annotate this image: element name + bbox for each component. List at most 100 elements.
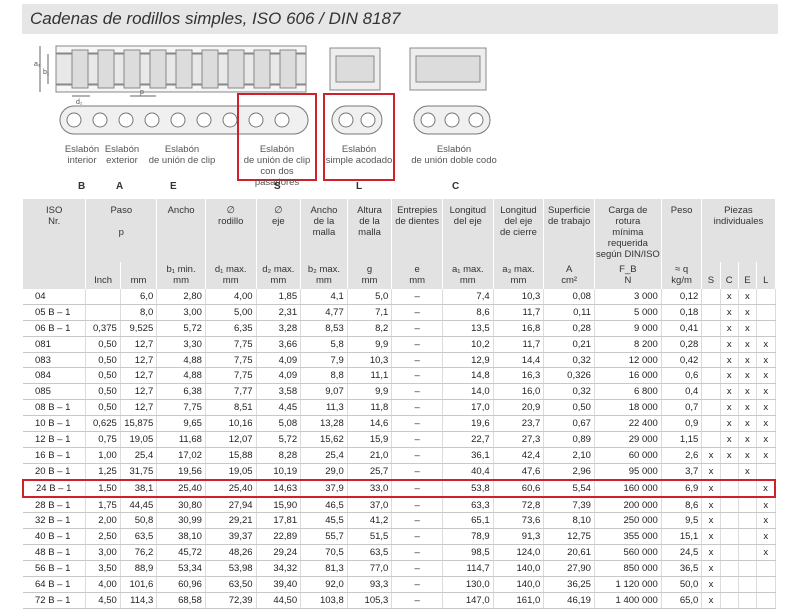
cell-inch: 3,50: [85, 560, 121, 578]
cell-d1: 7,75: [205, 352, 257, 369]
table-body: 04 6,0 2,80 4,00 1,85 4,1 5,0–7,4 10,3 0,08 3 000…: [22, 289, 777, 609]
cell-fb: 12 000: [594, 352, 662, 369]
cell-b2: 25,4: [300, 447, 348, 464]
cell-a1: 8,6: [442, 304, 494, 321]
cell-fb: 60 000: [594, 447, 662, 464]
cell-iso: 40 B – 1: [23, 528, 87, 546]
cell-fb: 160 000: [594, 478, 662, 498]
cell-inch: 1,00: [85, 447, 121, 464]
cell-fb: 8 200: [594, 336, 662, 353]
cell-a1: 36,1: [442, 447, 494, 464]
cell-d1: 6,35: [205, 320, 257, 337]
cell-b2: 13,28: [300, 415, 348, 433]
cell-q: 0,18: [661, 304, 703, 321]
cell-inch: 1,25: [85, 463, 121, 481]
cell-a: 12,75: [543, 528, 595, 546]
th-piezas: Piezas individuales: [701, 199, 776, 262]
cell-a1: 13,5: [442, 320, 494, 337]
cell-q: 65,0: [661, 592, 703, 609]
cell-d1: 15,88: [205, 447, 257, 464]
cell-fb: 16 000: [594, 367, 662, 385]
cell-a3: 47,6: [493, 463, 545, 481]
cell-iso: 72 B – 1: [23, 592, 87, 609]
cell-mm: 9,525: [120, 320, 158, 337]
cell-g: 9,9: [347, 383, 393, 401]
table-header: ISO Nr. Paso p Ancho ∅ rodillo ∅ eje Anc…: [23, 199, 776, 289]
table-row: 081 0,50 12,7 3,30 7,75 3,66 5,8 9,9–10,2 11,7 0,…: [23, 336, 776, 353]
cell-g: 77,0: [347, 560, 393, 578]
cell-inch: 4,00: [85, 576, 121, 593]
cell-s: [701, 367, 721, 385]
cell-c: [720, 463, 739, 481]
cell-l: x: [756, 496, 776, 514]
table-row: 06 B – 1 0,375 9,525 5,72 6,35 3,28 8,53 8,2–13…: [23, 320, 776, 337]
cell-g: 105,3: [347, 592, 393, 609]
cell-l: [756, 304, 776, 321]
cell-mm: 25,4: [120, 447, 158, 464]
cell-q: 36,5: [661, 560, 703, 578]
cell-a: 36,25: [543, 576, 595, 593]
cell-g: 8,2: [347, 320, 393, 337]
caption-double-offset-link: Eslabón de unión doble codo: [411, 144, 497, 166]
cell-e: –: [391, 304, 443, 321]
cell-s: x: [701, 560, 721, 578]
cell-s: [701, 304, 721, 321]
cell-inch: 0,625: [85, 415, 121, 433]
cell-inch: 0,50: [85, 336, 121, 353]
th-paso: Paso p: [85, 199, 158, 262]
cell-a1: 53,8: [442, 478, 494, 498]
cell-fb: 29 000: [594, 431, 662, 448]
cell-b2: 5,8: [300, 336, 348, 353]
cell-iso: 085: [23, 383, 87, 401]
cell-g: 33,0: [347, 478, 393, 498]
cell-b2: 70,5: [300, 544, 348, 562]
cell-a3: 42,4: [493, 447, 545, 464]
cell-iso: 081: [23, 336, 87, 353]
cell-l: x: [756, 367, 776, 385]
cell-c: [720, 478, 739, 498]
cell-d1: 53,98: [205, 560, 257, 578]
cell-e: [738, 496, 758, 514]
cell-inch: 0,50: [85, 367, 121, 385]
cell-c: x: [720, 289, 739, 305]
cell-c: [720, 544, 739, 562]
cell-fb: 5 000: [594, 304, 662, 321]
cell-g: 11,8: [347, 399, 393, 417]
chain-plan-view: [39, 45, 307, 97]
th-sub-inch: Inch: [85, 262, 121, 289]
cell-a1: 98,5: [442, 544, 494, 562]
th-sub-superficie: A cm²: [543, 262, 595, 289]
cell-s: [701, 289, 721, 305]
th-rodillo: ∅ rodillo: [205, 199, 257, 262]
cell-iso: 06 B – 1: [23, 320, 87, 337]
cell-b2: 46,5: [300, 496, 348, 514]
cell-b1: 17,02: [156, 447, 206, 464]
type-letter-b: B: [78, 181, 86, 192]
cell-d2: 1,85: [256, 289, 302, 305]
caption-offset-link: Eslabón simple acodado: [325, 144, 393, 166]
cell-b1: 38,10: [156, 528, 206, 546]
cell-a1: 65,1: [442, 512, 494, 530]
cell-b2: 81,3: [300, 560, 348, 578]
cell-b1: 11,68: [156, 431, 206, 448]
cell-b1: 7,75: [156, 399, 206, 417]
cell-d2: 8,28: [256, 447, 302, 464]
th-ancho: Ancho: [156, 199, 206, 262]
cell-l: x: [756, 528, 776, 546]
cell-d2: 3,28: [256, 320, 302, 337]
cell-c: x: [720, 304, 739, 321]
cell-mm: 88,9: [120, 560, 158, 578]
cell-b1: 9,65: [156, 415, 206, 433]
cell-a: 0,08: [543, 289, 595, 305]
cell-d2: 3,66: [256, 336, 302, 353]
cell-g: 9,9: [347, 336, 393, 353]
cell-d2: 10,19: [256, 463, 302, 481]
dim-a1: a₁: [34, 61, 41, 68]
cell-iso: 64 B – 1: [23, 576, 87, 593]
cell-e: x: [738, 320, 758, 337]
cell-a3: 161,0: [493, 592, 545, 609]
dim-b1: b₁: [43, 69, 50, 76]
table-row: 72 B – 1 4,50 114,3 68,58 72,39 44,50 103,8 105…: [23, 592, 776, 609]
cell-g: 11,1: [347, 367, 393, 385]
cell-a1: 130,0: [442, 576, 494, 593]
